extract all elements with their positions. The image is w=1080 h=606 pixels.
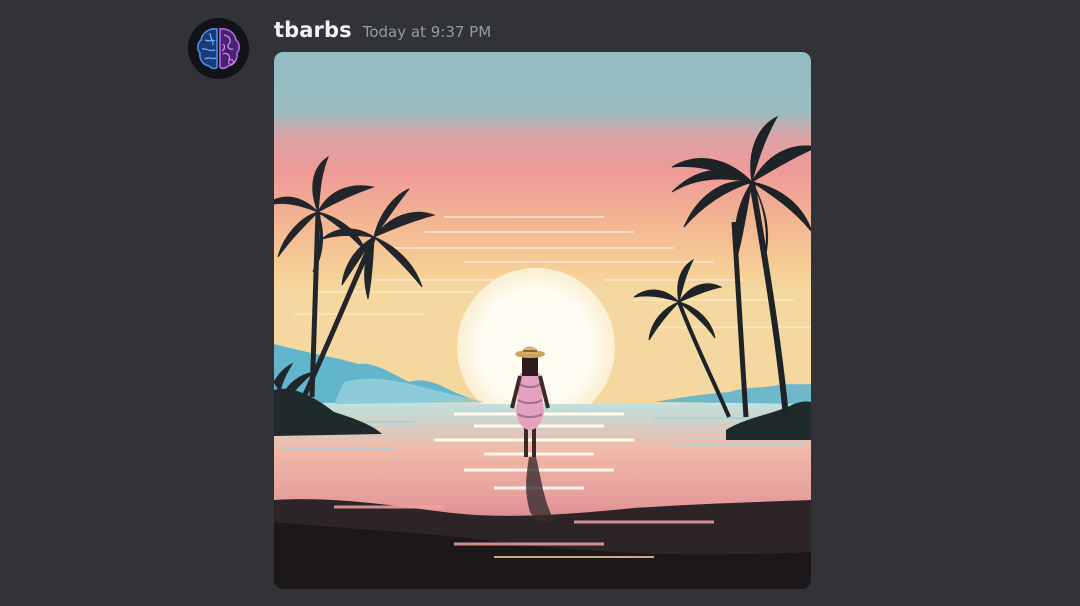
timestamp: Today at 9:37 PM bbox=[362, 23, 492, 41]
chat-message: tbarbs Today at 9:37 PM bbox=[0, 0, 1080, 606]
sunset-beach-illustration bbox=[274, 52, 811, 589]
image-attachment[interactable] bbox=[274, 52, 811, 589]
message-header: tbarbs Today at 9:37 PM bbox=[274, 18, 491, 48]
brain-icon bbox=[188, 18, 249, 79]
username[interactable]: tbarbs bbox=[274, 18, 352, 42]
avatar[interactable] bbox=[188, 18, 249, 79]
